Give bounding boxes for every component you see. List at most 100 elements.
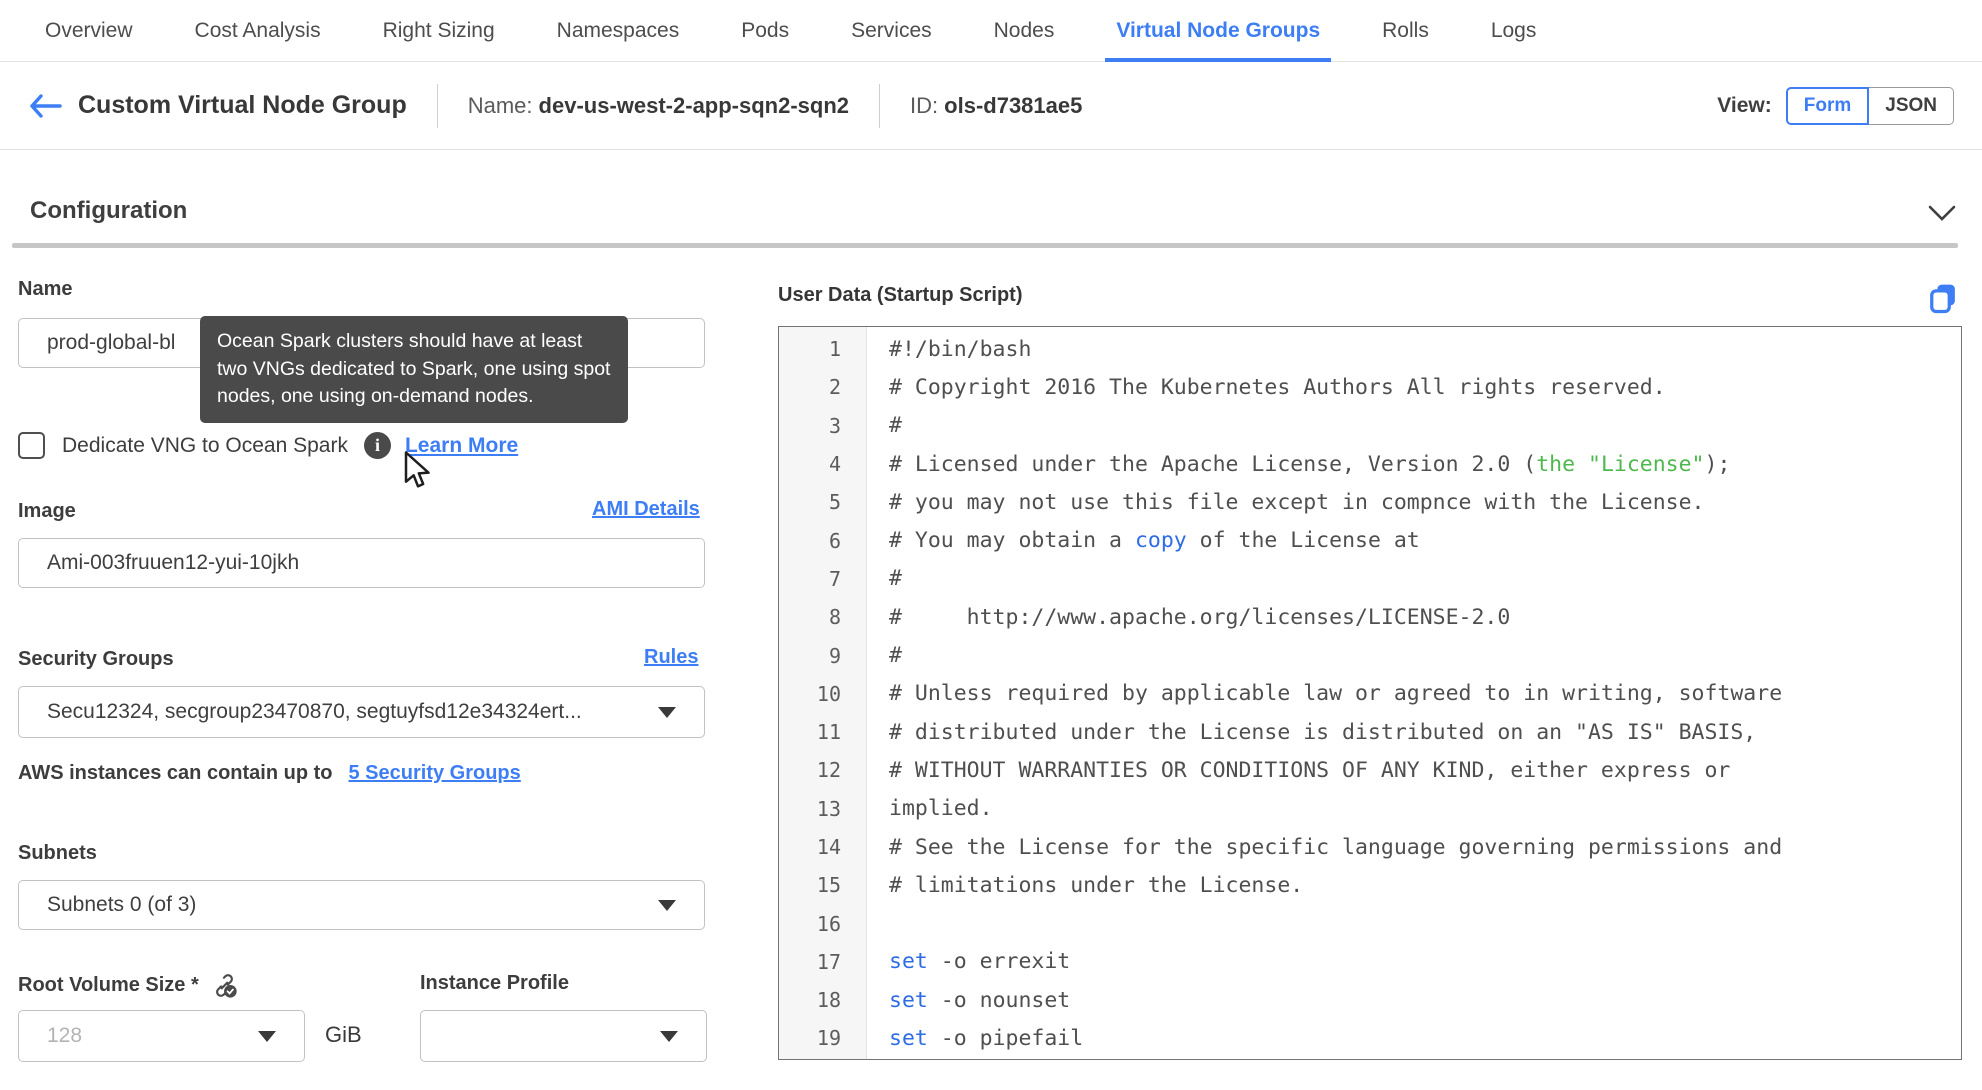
code-line: 19 set -o pipefail bbox=[779, 1019, 1961, 1057]
virtual-node-group-page: Overview Cost Analysis Right Sizing Namespa… bbox=[0, 0, 1982, 1090]
line-number: 5 bbox=[828, 490, 841, 515]
line-number: 1 bbox=[828, 337, 841, 362]
copy-icon bbox=[1930, 284, 1955, 314]
code-text: # Licensed under the Apache License, Ver… bbox=[889, 451, 1731, 477]
rules-link[interactable]: Rules bbox=[644, 646, 698, 669]
tab-right-sizing[interactable]: Right Sizing bbox=[372, 0, 506, 61]
line-number: 17 bbox=[816, 949, 841, 974]
code-content: 1 #!/bin/bash 2 # Copyright 2016 The Kubern… bbox=[779, 327, 1961, 1058]
line-number: 8 bbox=[828, 605, 841, 630]
code-text: # http://www.apache.org/licenses/LICENSE… bbox=[889, 604, 1511, 630]
chevron-down-icon bbox=[1928, 205, 1956, 221]
tab-nodes[interactable]: Nodes bbox=[983, 0, 1066, 61]
subnets-label: Subnets bbox=[18, 842, 97, 864]
line-number: 15 bbox=[816, 873, 841, 898]
dedicate-vng-checkbox[interactable] bbox=[18, 432, 45, 459]
code-text: set -o pipefail bbox=[889, 1025, 1084, 1051]
code-line: 17 set -o errexit bbox=[779, 943, 1961, 981]
code-line: 12 # WITHOUT WARRANTIES OR CONDITIONS OF … bbox=[779, 751, 1961, 789]
code-line: 7 # bbox=[779, 560, 1961, 598]
security-groups-note: AWS instances can contain up to 5 Securi… bbox=[18, 762, 521, 785]
line-number: 11 bbox=[816, 720, 841, 745]
code-line: 11 # distributed under the License is dis… bbox=[779, 713, 1961, 751]
gib-unit-label: GiB bbox=[325, 1022, 362, 1047]
ami-details-link[interactable]: AMI Details bbox=[592, 498, 700, 521]
code-line: 3 # bbox=[779, 407, 1961, 445]
tab-overview[interactable]: Overview bbox=[34, 0, 144, 61]
top-nav: Overview Cost Analysis Right Sizing Namespa… bbox=[0, 0, 1982, 62]
root-volume-select[interactable]: 128 bbox=[18, 1010, 305, 1062]
image-field-label: Image bbox=[18, 500, 76, 522]
instance-profile-select[interactable] bbox=[420, 1010, 707, 1062]
line-number: 10 bbox=[816, 681, 841, 706]
code-line: 18 set -o nounset bbox=[779, 981, 1961, 1019]
back-arrow-icon bbox=[30, 93, 62, 118]
caret-down-icon bbox=[658, 899, 676, 911]
back-button[interactable] bbox=[28, 93, 62, 119]
code-line: 4 # Licensed under the Apache License, Ve… bbox=[779, 445, 1961, 483]
tab-services[interactable]: Services bbox=[840, 0, 943, 61]
code-text: # Copyright 2016 The Kubernetes Authors … bbox=[889, 374, 1666, 400]
view-label: View: bbox=[1717, 93, 1772, 117]
code-text: # See the License for the specific langu… bbox=[889, 834, 1783, 860]
code-line: 1 #!/bin/bash bbox=[779, 330, 1961, 368]
tab-pods[interactable]: Pods bbox=[730, 0, 800, 61]
mouse-cursor-icon bbox=[398, 450, 434, 495]
link-check-icon bbox=[211, 972, 238, 999]
line-number: 18 bbox=[816, 988, 841, 1013]
code-line: 2 # Copyright 2016 The Kubernetes Authors… bbox=[779, 368, 1961, 406]
page-title: Custom Virtual Node Group bbox=[78, 91, 407, 119]
root-volume-placeholder: 128 bbox=[47, 1024, 83, 1047]
line-number: 9 bbox=[828, 643, 841, 668]
instance-profile-label: Instance Profile bbox=[420, 972, 569, 994]
code-line: 6 # You may obtain a copy of the License … bbox=[779, 521, 1961, 559]
caret-down-icon bbox=[658, 706, 676, 718]
code-text: # WITHOUT WARRANTIES OR CONDITIONS OF AN… bbox=[889, 757, 1731, 783]
security-groups-label: Security Groups bbox=[18, 648, 174, 670]
code-line: 10 # Unless required by applicable law or… bbox=[779, 675, 1961, 713]
line-number: 16 bbox=[816, 911, 841, 936]
note-text: AWS instances can contain up to bbox=[18, 762, 333, 784]
code-text: # bbox=[889, 566, 902, 592]
line-number: 14 bbox=[816, 835, 841, 859]
user-data-title: User Data (Startup Script) bbox=[778, 284, 1023, 306]
view-toggle: View: Form JSON bbox=[1717, 86, 1954, 125]
subnets-select[interactable]: Subnets 0 (of 3) bbox=[18, 880, 705, 930]
section-divider bbox=[12, 243, 1958, 248]
code-text: # bbox=[889, 413, 902, 439]
five-security-groups-link[interactable]: 5 Security Groups bbox=[349, 762, 521, 785]
subnets-value: Subnets 0 (of 3) bbox=[47, 893, 197, 916]
tab-virtual-node-groups[interactable]: Virtual Node Groups bbox=[1105, 0, 1331, 62]
view-json-button[interactable]: JSON bbox=[1869, 86, 1954, 125]
divider bbox=[436, 83, 438, 128]
tab-rolls[interactable]: Rolls bbox=[1371, 0, 1440, 61]
code-line: 5 # you may not use this file except in c… bbox=[779, 483, 1961, 521]
tab-cost-analysis[interactable]: Cost Analysis bbox=[184, 0, 332, 61]
code-text: set -o errexit bbox=[889, 949, 1071, 975]
view-form-button[interactable]: Form bbox=[1785, 86, 1870, 125]
configuration-section-title: Configuration bbox=[30, 197, 188, 224]
line-number: 13 bbox=[816, 796, 841, 821]
code-line: 8 # http://www.apache.org/licenses/LICENS… bbox=[779, 598, 1961, 636]
name-field-label: Name bbox=[18, 278, 73, 300]
code-text: # distributed under the License is distr… bbox=[889, 719, 1757, 745]
info-icon[interactable]: i bbox=[363, 432, 391, 459]
copy-button[interactable] bbox=[1928, 282, 1958, 321]
line-number: 12 bbox=[816, 758, 841, 783]
line-number: 3 bbox=[828, 413, 841, 438]
code-line: 16 bbox=[779, 904, 1961, 942]
page-header: Custom Virtual Node Group Name: dev-us-we… bbox=[0, 62, 1982, 150]
code-text: # limitations under the License. bbox=[889, 872, 1304, 898]
security-groups-select[interactable]: Secu12324, secgroup23470870, segtuyfsd12… bbox=[18, 686, 705, 738]
dedicate-vng-label: Dedicate VNG to Ocean Spark bbox=[62, 433, 348, 457]
vng-name: Name: dev-us-west-2-app-sqn2-sqn2 bbox=[467, 92, 850, 118]
line-number: 4 bbox=[828, 452, 841, 477]
line-number: 19 bbox=[816, 1026, 841, 1051]
tab-namespaces[interactable]: Namespaces bbox=[546, 0, 691, 61]
tab-logs[interactable]: Logs bbox=[1480, 0, 1548, 61]
image-input[interactable] bbox=[18, 538, 705, 588]
collapse-section-button[interactable] bbox=[1928, 205, 1956, 227]
code-line: 9 # bbox=[779, 636, 1961, 674]
user-data-editor[interactable]: 1 #!/bin/bash 2 # Copyright 2016 The Kubern… bbox=[778, 326, 1962, 1060]
code-text: # bbox=[889, 643, 902, 669]
